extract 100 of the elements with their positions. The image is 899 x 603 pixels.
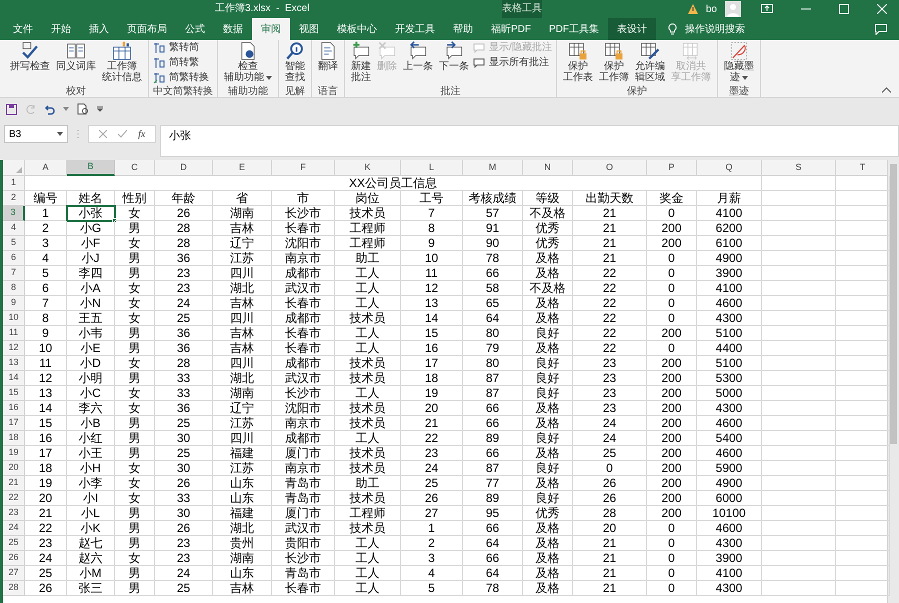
row-header[interactable]: 3 <box>3 206 25 221</box>
vertical-scrollbar[interactable] <box>887 160 899 603</box>
ribbon-button[interactable]: 工作簿 统计信息 <box>100 41 144 83</box>
ribbon-tab[interactable]: PDF工具集 <box>540 18 608 40</box>
row-header[interactable]: 6 <box>3 251 25 266</box>
close-icon[interactable] <box>877 4 887 14</box>
table-cell: 赵六 <box>67 551 115 566</box>
ribbon-tab[interactable]: 视图 <box>290 18 328 40</box>
row-header[interactable]: 17 <box>3 416 25 431</box>
customize-icon[interactable] <box>97 106 103 112</box>
ribbon-button[interactable]: 保护 工作表 <box>560 41 595 83</box>
row-header[interactable]: 11 <box>3 326 25 341</box>
ribbon-tab[interactable]: 福昕PDF <box>482 18 540 40</box>
ribbon-tab[interactable]: 数据 <box>214 18 252 40</box>
row-header[interactable]: 15 <box>3 386 25 401</box>
column-header[interactable]: Q <box>697 160 762 176</box>
column-header[interactable]: O <box>573 160 647 176</box>
ribbon-button[interactable]: 拼写检查 <box>8 41 52 72</box>
table-cell: 28 <box>155 221 213 236</box>
ribbon-button[interactable]: 检查 辅助功能 <box>222 41 274 83</box>
row-header[interactable]: 8 <box>3 281 25 296</box>
row-header[interactable]: 5 <box>3 236 25 251</box>
resize-handle-icon[interactable] <box>77 130 79 138</box>
collapse-ribbon-icon[interactable] <box>882 87 891 93</box>
column-header[interactable]: C <box>115 160 155 176</box>
row-header[interactable]: 27 <box>3 566 25 581</box>
ribbon-display-icon[interactable] <box>761 4 773 14</box>
column-header[interactable]: L <box>401 160 463 176</box>
column-header[interactable]: P <box>647 160 697 176</box>
column-header[interactable]: N <box>523 160 573 176</box>
row-header[interactable]: 12 <box>3 341 25 356</box>
column-header[interactable]: F <box>272 160 335 176</box>
ribbon-button[interactable]: 简繁转换 <box>153 71 209 84</box>
ribbon-tab[interactable]: 插入 <box>80 18 118 40</box>
column-header[interactable]: D <box>155 160 213 176</box>
ribbon-button[interactable]: 新建 批注 <box>349 41 373 83</box>
ribbon-tab[interactable]: 公式 <box>176 18 214 40</box>
row-header[interactable]: 9 <box>3 296 25 311</box>
table-cell: 0 <box>647 206 697 221</box>
row-header[interactable]: 24 <box>3 521 25 536</box>
column-header[interactable]: S <box>762 160 836 176</box>
row-header[interactable]: 28 <box>3 581 25 596</box>
ribbon-button[interactable]: 同义词库 <box>54 41 98 72</box>
row-header[interactable]: 23 <box>3 506 25 521</box>
scrollbar-thumb[interactable] <box>890 164 897 444</box>
column-header[interactable]: K <box>335 160 401 176</box>
ribbon-tab[interactable]: 模板中心 <box>328 18 386 40</box>
ribbon-button[interactable]: 允许编 辑区域 <box>632 41 667 83</box>
fill-handle[interactable] <box>112 218 117 223</box>
row-header[interactable]: 25 <box>3 536 25 551</box>
column-header[interactable]: M <box>463 160 523 176</box>
name-box[interactable]: B3 <box>4 125 68 143</box>
ribbon-button[interactable]: 简转繁 <box>153 56 209 69</box>
row-header[interactable]: 14 <box>3 371 25 386</box>
row-header[interactable]: 2 <box>3 191 25 206</box>
ribbon-tab[interactable]: 文件 <box>4 18 42 40</box>
column-header[interactable]: E <box>213 160 272 176</box>
undo-icon[interactable] <box>44 104 55 114</box>
row-header[interactable]: 26 <box>3 551 25 566</box>
maximize-icon[interactable] <box>839 4 849 14</box>
table-cell: 64 <box>463 536 523 551</box>
table-cell: 不及格 <box>523 281 573 296</box>
ribbon-button[interactable]: 隐藏墨 迹 <box>722 41 756 83</box>
tell-me-search[interactable]: 操作说明搜索 <box>668 18 745 40</box>
row-header[interactable]: 13 <box>3 356 25 371</box>
table-cell: 李六 <box>67 401 115 416</box>
table-cell: 22 <box>573 326 647 341</box>
ribbon-button[interactable]: 智能 查找 <box>283 41 307 83</box>
user-name[interactable]: bo <box>706 2 717 16</box>
row-header[interactable]: 16 <box>3 401 25 416</box>
ribbon-tab[interactable]: 开发工具 <box>386 18 444 40</box>
ribbon-button[interactable]: 显示所有批注 <box>473 56 552 69</box>
row-header[interactable]: 21 <box>3 476 25 491</box>
ribbon-button[interactable]: 繁转简 <box>153 41 209 54</box>
formula-field[interactable]: 小张 <box>160 125 899 157</box>
row-header[interactable]: 22 <box>3 491 25 506</box>
row-header[interactable]: 18 <box>3 431 25 446</box>
row-header[interactable]: 4 <box>3 221 25 236</box>
table-cell: 33 <box>155 491 213 506</box>
ribbon-tab[interactable]: 开始 <box>42 18 80 40</box>
ribbon-button[interactable]: 保护 工作簿 <box>596 41 631 83</box>
row-header[interactable]: 1 <box>3 176 25 191</box>
ribbon-tab[interactable]: 审阅 <box>252 18 290 40</box>
insert-function-button[interactable]: fx <box>138 126 146 142</box>
column-header[interactable]: B <box>67 160 115 176</box>
save-icon[interactable] <box>6 104 17 114</box>
comment-icon[interactable] <box>875 24 887 35</box>
row-header[interactable]: 7 <box>3 266 25 281</box>
ribbon-tab[interactable]: 页面布局 <box>118 18 176 40</box>
ribbon-tab[interactable]: 表设计 <box>608 18 656 40</box>
table-cell: 女 <box>115 296 155 311</box>
ribbon-tab[interactable]: 帮助 <box>444 18 482 40</box>
row-header[interactable]: 10 <box>3 311 25 326</box>
row-header[interactable]: 20 <box>3 461 25 476</box>
ribbon-button[interactable]: 上一条 <box>401 41 435 72</box>
row-header[interactable]: 19 <box>3 446 25 461</box>
ribbon-button[interactable]: 翻译 <box>316 41 340 72</box>
warning-icon[interactable] <box>688 4 698 14</box>
ribbon-button[interactable]: 下一条 <box>437 41 471 72</box>
print-preview-icon[interactable] <box>77 103 89 115</box>
